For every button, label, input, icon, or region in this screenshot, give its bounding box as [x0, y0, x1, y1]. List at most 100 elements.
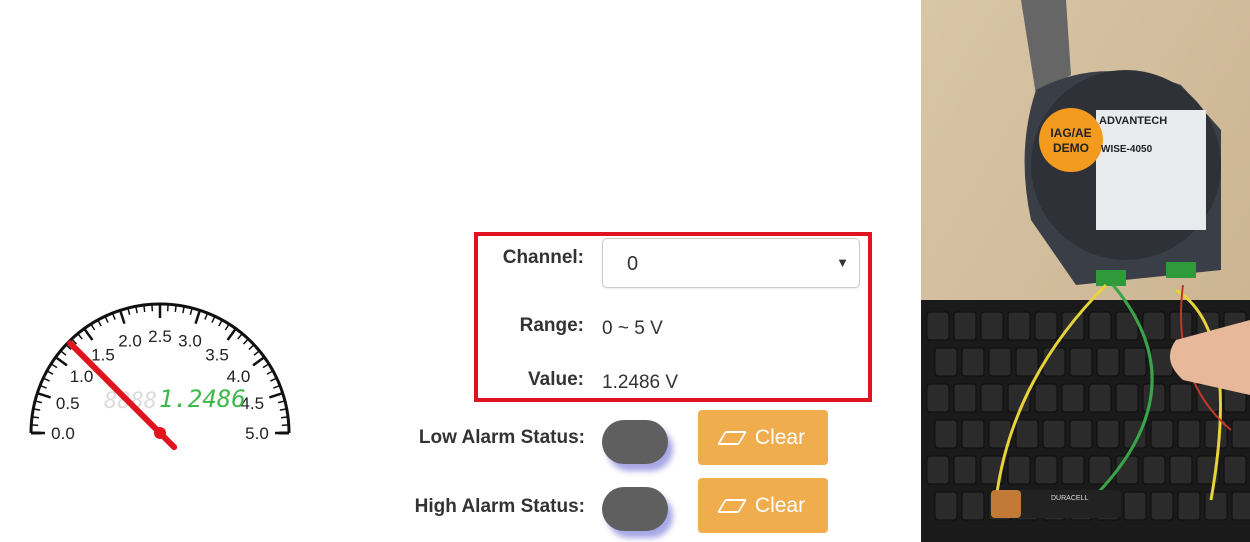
gauge-minor-tick: [262, 363, 270, 369]
keyboard-key: [961, 347, 985, 377]
gauge-minor-tick: [50, 363, 58, 369]
gauge-tick-label: 2.5: [148, 327, 172, 346]
keyboard-key: [980, 311, 1004, 341]
module-model: WISE-4050: [1101, 144, 1153, 155]
gauge-hub: [154, 427, 166, 439]
sticker-text: IAG/AE: [1050, 126, 1091, 140]
keyboard-key: [1169, 383, 1193, 413]
keyboard-key: [1034, 455, 1058, 485]
gauge-major-tick: [252, 356, 266, 367]
keyboard-key: [1061, 383, 1085, 413]
terminal-block: [1166, 262, 1196, 278]
channel-select-value: 0: [627, 253, 639, 275]
range-value: 0 ~ 5 V: [602, 318, 663, 339]
gauge-tick-label: 3.5: [205, 346, 229, 365]
gauge-tick-label: 1.0: [70, 367, 94, 386]
keyboard-key: [1150, 491, 1174, 521]
keyboard-key: [1204, 491, 1228, 521]
keyboard-key: [926, 455, 950, 485]
keyboard-key: [1142, 311, 1166, 341]
channel-label: Channel:: [502, 247, 584, 268]
keyboard-key: [1096, 419, 1120, 449]
gauge-minor-tick: [97, 319, 102, 327]
keyboard-key: [1069, 419, 1093, 449]
keyboard-key: [1096, 347, 1120, 377]
value-reading: 1.2486 V: [602, 372, 679, 393]
keyboard-key: [1069, 347, 1093, 377]
value-label: Value:: [528, 369, 584, 390]
keyboard-key: [1169, 455, 1193, 485]
gauge-minor-tick: [60, 350, 67, 356]
gauge-tick-label: 3.0: [178, 332, 202, 351]
keyboard-key: [1123, 347, 1147, 377]
battery-cap: [991, 490, 1021, 518]
keyboard-key: [934, 347, 958, 377]
keyboard-key: [1007, 311, 1031, 341]
keyboard-key: [1150, 347, 1174, 377]
keyboard-key: [953, 383, 977, 413]
keyboard-key: [926, 383, 950, 413]
keyboard-key: [1196, 383, 1220, 413]
gauge-major-tick: [194, 309, 202, 325]
keyboard-key: [1223, 455, 1247, 485]
low-alarm-indicator: [602, 420, 668, 464]
keyboard-key: [1231, 491, 1250, 521]
gauge-minor-tick: [143, 304, 146, 313]
gauge-minor-tick: [253, 350, 260, 356]
keyboard-key: [1088, 311, 1112, 341]
module-brand: ADVANTECH: [1099, 115, 1167, 127]
gauge-minor-tick: [280, 416, 289, 419]
keyboard-key: [1042, 419, 1066, 449]
keyboard-key: [1034, 311, 1058, 341]
demo-sticker: [1039, 108, 1103, 172]
keyboard-key: [934, 419, 958, 449]
keyboard-key: [988, 347, 1012, 377]
channel-select[interactable]: 0 ▼: [602, 238, 860, 288]
keyboard-key: [1034, 383, 1058, 413]
high-alarm-indicator: [602, 487, 668, 531]
gauge-major-tick: [226, 327, 237, 341]
chevron-down-icon: ▼: [836, 255, 849, 270]
gauge-tick-label: 0.0: [51, 424, 75, 443]
range-label: Range:: [519, 315, 584, 336]
gauge-minor-tick: [31, 416, 40, 419]
keyboard-key: [1088, 383, 1112, 413]
low-alarm-clear-button[interactable]: Clear: [698, 410, 828, 465]
keyboard-key: [1015, 419, 1039, 449]
gauge-minor-tick: [237, 333, 243, 340]
gauge-minor-tick: [77, 333, 83, 340]
keyboard-key: [1231, 419, 1250, 449]
gauge-major-tick: [268, 391, 284, 399]
voltage-gauge: 0.00.51.01.52.02.53.03.54.04.55.0 8888 1…: [29, 302, 291, 451]
keyboard-key: [953, 455, 977, 485]
keyboard-key: [1115, 455, 1139, 485]
gauge-major-tick: [54, 356, 68, 367]
module-label: [1096, 110, 1206, 230]
gauge-tick-label: 0.5: [56, 394, 80, 413]
eraser-icon: [716, 498, 747, 513]
gauge-minor-tick: [218, 319, 223, 327]
gauge-minor-tick: [266, 370, 274, 375]
sticker-text: DEMO: [1053, 141, 1089, 155]
keyboard-key: [926, 311, 950, 341]
low-alarm-label: Low Alarm Status:: [418, 427, 585, 448]
gauge-minor-tick: [248, 344, 255, 351]
gauge-tick-label: 1.5: [91, 346, 115, 365]
keyboard-key: [961, 491, 985, 521]
hardware-photo: IAG/AE DEMO ADVANTECH WISE-4050 DURACELL: [921, 0, 1250, 542]
gauge-minor-tick: [174, 304, 177, 313]
gauge-tick-label: 2.0: [118, 332, 142, 351]
keyboard-key: [1177, 491, 1201, 521]
gauge-minor-tick: [224, 323, 230, 331]
high-alarm-clear-button[interactable]: Clear: [698, 478, 828, 533]
keyboard-key: [1007, 455, 1031, 485]
terminal-block: [1096, 270, 1126, 286]
keyboard-key: [1115, 383, 1139, 413]
keyboard-key: [1061, 455, 1085, 485]
gauge-lcd-value: 1.2486: [159, 385, 246, 413]
keyboard-key: [1142, 383, 1166, 413]
battery-brand: DURACELL: [1051, 495, 1088, 502]
keyboard-key: [980, 383, 1004, 413]
keyboard-key: [953, 311, 977, 341]
gauge-tick-label: 4.0: [227, 367, 251, 386]
